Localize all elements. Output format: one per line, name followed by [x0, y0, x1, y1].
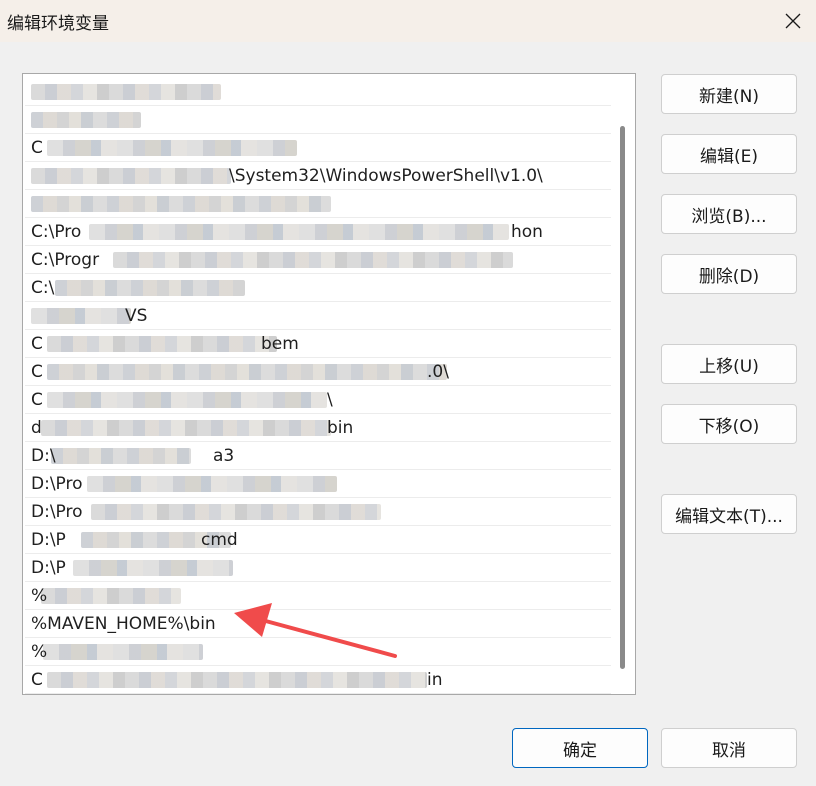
path-row-suffix: in	[427, 670, 443, 690]
path-row[interactable]: %	[25, 638, 611, 666]
path-rows: C \System32\WindowsPowerShell\v1.0\ C:\Pro…	[25, 78, 611, 694]
path-row[interactable]: VS	[25, 302, 611, 330]
path-row-prefix: C	[31, 362, 43, 382]
path-row-suffix: hon	[511, 222, 543, 242]
redacted-blur	[47, 140, 297, 156]
path-row-prefix: D:\Pro	[31, 502, 83, 522]
path-row-suffix: \System32\WindowsPowerShell\v1.0\	[229, 166, 543, 186]
redacted-blur	[31, 308, 131, 324]
path-row[interactable]: C \	[25, 386, 611, 414]
path-row[interactable]: C .0\	[25, 358, 611, 386]
title-bar: 编辑环境变量	[0, 0, 816, 42]
ok-button[interactable]: 确定	[512, 728, 648, 768]
redacted-blur	[89, 224, 509, 240]
path-row[interactable]: %MAVEN_HOME%\bin	[25, 610, 611, 638]
path-row[interactable]: D:\P cmd	[25, 526, 611, 554]
browse-button[interactable]: 浏览(B)...	[661, 194, 797, 234]
path-row-prefix: %	[31, 586, 48, 606]
move-up-button[interactable]: 上移(U)	[661, 344, 797, 384]
redacted-blur	[41, 420, 331, 436]
redacted-blur	[31, 168, 231, 184]
path-row-prefix: D:\Pro	[31, 474, 83, 494]
redacted-blur	[47, 392, 327, 408]
path-row[interactable]: D:\Pro	[25, 498, 611, 526]
redacted-blur	[41, 588, 181, 604]
delete-button[interactable]: 删除(D)	[661, 254, 797, 294]
redacted-blur	[87, 476, 337, 492]
redacted-blur	[31, 196, 331, 212]
path-row[interactable]	[25, 106, 611, 134]
path-row-suffix: cmd	[201, 530, 238, 550]
path-row[interactable]: D:\ a3	[25, 442, 611, 470]
path-row-prefix: d	[31, 418, 42, 438]
path-row-suffix: VS	[125, 306, 148, 326]
window-title: 编辑环境变量	[7, 14, 109, 34]
redacted-blur	[43, 644, 203, 660]
redacted-blur	[31, 112, 141, 128]
path-row-prefix: D:\P	[31, 530, 66, 550]
path-list[interactable]: C \System32\WindowsPowerShell\v1.0\ C:\Pro…	[22, 73, 636, 695]
redacted-blur	[91, 504, 381, 520]
path-row[interactable]: \System32\WindowsPowerShell\v1.0\	[25, 162, 611, 190]
path-row-prefix: D:\P	[31, 558, 66, 578]
path-row-suffix: bin	[327, 418, 354, 438]
close-icon	[785, 13, 801, 29]
edit-text-button[interactable]: 编辑文本(T)...	[661, 494, 797, 534]
path-row-prefix: C	[31, 390, 43, 410]
close-button[interactable]	[770, 0, 816, 42]
edit-button[interactable]: 编辑(E)	[661, 134, 797, 174]
redacted-blur	[47, 336, 277, 352]
redacted-blur	[47, 364, 447, 380]
path-row[interactable]: C	[25, 134, 611, 162]
path-row[interactable]: Cbem	[25, 330, 611, 358]
path-row[interactable]	[25, 190, 611, 218]
path-row[interactable]	[25, 78, 611, 106]
redacted-blur	[73, 560, 233, 576]
new-button[interactable]: 新建(N)	[661, 74, 797, 114]
path-row-prefix: C:\Progr	[31, 250, 100, 270]
path-row[interactable]: C:\Pro hon	[25, 218, 611, 246]
path-row-suffix: bem	[261, 334, 299, 354]
path-row[interactable]: D:\Pro	[25, 470, 611, 498]
move-down-button[interactable]: 下移(O)	[661, 404, 797, 444]
redacted-blur	[51, 448, 191, 464]
path-row-prefix: %	[31, 642, 48, 662]
cancel-button[interactable]: 取消	[661, 728, 797, 768]
path-row-prefix: D:\	[31, 446, 56, 466]
path-row-prefix: C	[31, 138, 43, 158]
path-row[interactable]: d bin	[25, 414, 611, 442]
path-row-prefix: %MAVEN_HOME%\bin	[31, 614, 216, 634]
redacted-blur	[113, 252, 513, 268]
path-row[interactable]: %	[25, 582, 611, 610]
redacted-blur	[31, 84, 221, 100]
path-row-prefix: C:\	[31, 278, 55, 298]
path-row-suffix: \	[327, 390, 333, 410]
path-row-prefix: C	[31, 670, 43, 690]
path-row-prefix: C	[31, 334, 43, 354]
path-row-prefix: C:\Pro	[31, 222, 82, 242]
scrollbar[interactable]	[620, 126, 625, 669]
redacted-blur	[47, 672, 427, 688]
path-row-suffix: a3	[213, 446, 235, 466]
path-row[interactable]: C:\Progr	[25, 246, 611, 274]
path-row-suffix: .0\	[427, 362, 449, 382]
path-row[interactable]: Cin	[25, 666, 611, 694]
path-row[interactable]: C:\	[25, 274, 611, 302]
redacted-blur	[55, 280, 245, 296]
path-row[interactable]: D:\P	[25, 554, 611, 582]
